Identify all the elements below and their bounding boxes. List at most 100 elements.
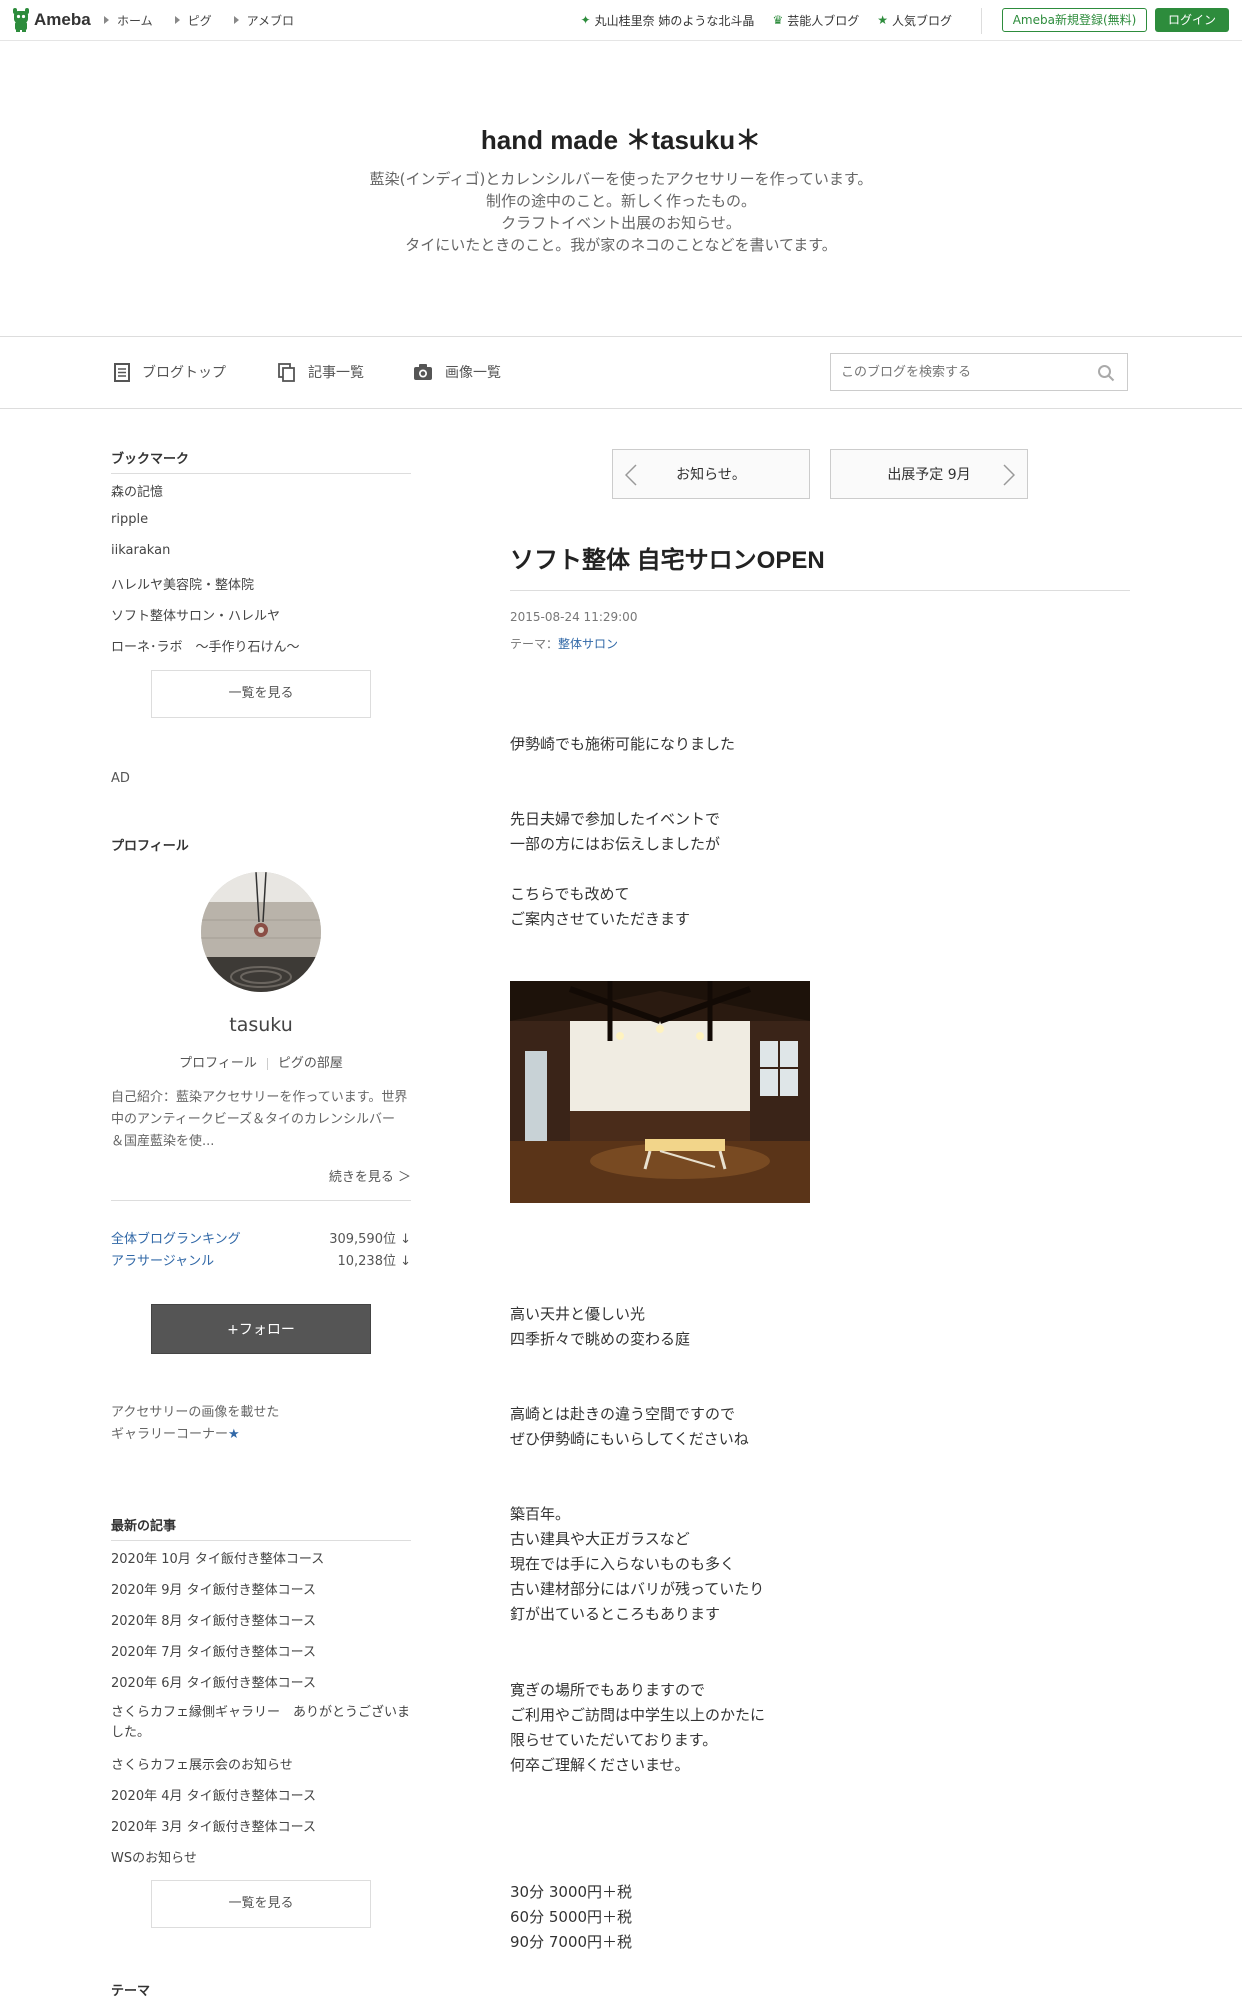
profile-name[interactable]: tasuku (111, 1014, 411, 1036)
ranking-value: 309,590位 ↓ (329, 1232, 411, 1247)
ranking-label[interactable]: 全体ブログランキング (111, 1228, 241, 1247)
header-link-label: 芸能人ブログ (787, 13, 860, 28)
blog-description-line: タイにいたときのこと。我が家のネコのことなどを書いてます。 (405, 236, 837, 254)
follow-button[interactable]: +フォロー (151, 1304, 371, 1354)
bookmark-item[interactable]: ripple (111, 512, 148, 527)
bookmark-more-button[interactable]: 一覧を見る (151, 670, 371, 718)
bookmark-item[interactable]: ローネ･ラボ ～手作り石けん～ (111, 636, 300, 655)
breadcrumb-label: ピグ (187, 13, 212, 28)
theme-link[interactable]: 整体サロン (558, 637, 618, 651)
blog-description-line: 制作の途中のこと。新しく作ったもの。 (485, 192, 756, 210)
blog-title[interactable]: hand made ＊tasuku＊ (0, 120, 1242, 157)
nav-label: 画像一覧 (445, 365, 501, 381)
blog-description: 藍染(インディゴ)とカレンシルバーを使ったアクセサリーを作っています。 制作の途… (0, 168, 1242, 256)
nav-image-list[interactable]: 画像一覧 (413, 336, 501, 408)
ameba-mascot-icon (13, 8, 29, 32)
header-links: ✦ 丸山桂里奈 姉のような北斗晶 ♛ 芸能人ブログ ★ 人気ブログ (563, 0, 952, 40)
article-paragraph: 先日夫婦で参加したイベントで 一部の方にはお伝えしましたが (510, 810, 721, 853)
article-paragraph: 高い天井と優しい光 四季折々で眺めの変わる庭 (510, 1305, 691, 1348)
header-link-popular[interactable]: ★ 人気ブログ (877, 12, 952, 29)
divider (266, 1057, 268, 1070)
pigg-room-link[interactable]: ピグの部屋 (278, 1056, 343, 1071)
article-paragraph: 寛ぎの場所でもありますので ご利用やご訪問は中学生以上のかたに 限らせていただい… (510, 1681, 766, 1774)
article-paragraph: 築百年。 古い建具や大正ガラスなど 現在では手に入らないものも多く 古い建材部分… (510, 1505, 765, 1623)
nav-label: ブログトップ (142, 365, 226, 381)
breadcrumb-ameblo[interactable]: アメブロ (233, 12, 294, 29)
prev-article-label: お知らせ。 (676, 467, 746, 483)
next-article-button[interactable]: 出展予定 9月 (830, 449, 1028, 499)
ranking-label[interactable]: アラサージャンル (111, 1250, 214, 1269)
caret-right-icon (104, 16, 109, 24)
continue-reading-link[interactable]: 続きを見る ＞ (329, 1166, 411, 1185)
bookmark-item[interactable]: ソフト整体サロン・ハレルヤ (111, 605, 280, 624)
register-button[interactable]: Ameba新規登録(無料) (1002, 8, 1147, 32)
recent-article-item[interactable]: さくらカフェ展示会のお知らせ (111, 1754, 293, 1773)
gallery-text: ギャラリーコーナー (111, 1427, 229, 1442)
global-header: Ameba ホーム ピグ アメブロ ✦ 丸山桂里奈 姉のような北斗晶 ♛ 芸能人ブロ… (0, 0, 1242, 41)
divider (111, 473, 411, 474)
recent-articles-title: 最新の記事 (111, 1519, 177, 1534)
ranking-value: 10,238位 ↓ (337, 1254, 411, 1269)
breadcrumb-home[interactable]: ホーム (104, 12, 153, 29)
blog-nav: ブログトップ 記事一覧 画像一覧 (0, 336, 1242, 409)
avatar[interactable] (201, 872, 321, 992)
caret-right-icon (174, 16, 180, 24)
ranking-row: アラサージャンル 10,238位 ↓ (111, 1250, 411, 1269)
blog-header: hand made ＊tasuku＊ 藍染(インディゴ)とカレンシルバーを使った… (0, 40, 1242, 337)
bookmark-title: ブックマーク (111, 452, 190, 467)
document-icon (114, 362, 130, 382)
recent-article-item[interactable]: 2020年 6月 タイ飯付き整体コース (111, 1672, 316, 1691)
article-paragraph: 高崎とは赴きの違う空間ですので ぜひ伊勢崎にもいらしてくださいね (510, 1405, 749, 1448)
search-input[interactable] (831, 354, 1081, 390)
header-link-label: 人気ブログ (891, 13, 952, 28)
profile-title: プロフィール (111, 839, 189, 854)
chevron-left-icon (625, 464, 637, 486)
breadcrumb-label: ホーム (117, 13, 153, 28)
recent-article-item[interactable]: 2020年 8月 タイ飯付き整体コース (111, 1610, 316, 1629)
article-title[interactable]: ソフト整体 自宅サロンOPEN (510, 540, 825, 575)
recent-more-button[interactable]: 一覧を見る (151, 1880, 371, 1928)
caret-right-icon (233, 16, 239, 24)
bookmark-item[interactable]: 森の記憶 (111, 481, 163, 500)
gallery-star-link[interactable]: ★ (228, 1427, 240, 1442)
bookmark-item[interactable]: iikarakan (111, 543, 170, 558)
header-divider (981, 8, 982, 34)
nav-label: 記事一覧 (308, 365, 364, 381)
divider (111, 1540, 411, 1541)
article-paragraph: 30分 3000円＋税 60分 5000円＋税 90分 7000円＋税 (510, 1883, 633, 1951)
sparkle-icon: ✦ (580, 13, 591, 27)
blog-search (830, 353, 1128, 391)
header-link-news[interactable]: ✦ 丸山桂里奈 姉のような北斗晶 (581, 12, 755, 29)
breadcrumb: ホーム ピグ アメブロ (104, 0, 316, 40)
recent-article-item[interactable]: 2020年 3月 タイ飯付き整体コース (111, 1816, 316, 1835)
recent-article-item[interactable]: さくらカフェ縁側ギャラリー ありがとうございました。 (111, 1703, 411, 1743)
recent-article-item[interactable]: WSのお知らせ (111, 1847, 197, 1866)
recent-article-item[interactable]: 2020年 4月 タイ飯付き整体コース (111, 1785, 316, 1804)
ameba-logo[interactable]: Ameba (12, 7, 91, 33)
gallery-text: アクセサリーの画像を載せた (111, 1405, 280, 1420)
gallery-note: アクセサリーの画像を載せた ギャラリーコーナー★ (111, 1402, 279, 1446)
nav-article-list[interactable]: 記事一覧 (278, 336, 364, 408)
chevron-right-icon (1003, 464, 1015, 486)
profile-intro: 自己紹介：藍染アクセサリーを作っています。世界中のアンティークビーズ＆タイのカレ… (111, 1090, 408, 1149)
profile-link[interactable]: プロフィール (179, 1056, 257, 1071)
recent-article-item[interactable]: 2020年 7月 タイ飯付き整体コース (111, 1641, 316, 1660)
article-date: 2015-08-24 11:29:00 (510, 610, 638, 624)
crown-icon: ♛ (772, 13, 784, 27)
recent-article-item[interactable]: 2020年 9月 タイ飯付き整体コース (111, 1579, 316, 1598)
breadcrumb-pigg[interactable]: ピグ (174, 12, 212, 29)
search-icon[interactable] (1097, 364, 1115, 382)
avatar-photo (201, 872, 321, 992)
bookmark-item[interactable]: ハレルヤ美容院・整体院 (111, 574, 254, 593)
login-button[interactable]: ログイン (1155, 8, 1229, 32)
nav-blog-top[interactable]: ブログトップ (114, 336, 226, 408)
ad-label: AD (111, 771, 130, 786)
header-link-celebrity[interactable]: ♛ 芸能人ブログ (772, 12, 859, 29)
article-theme: テーマ：整体サロン (510, 635, 618, 652)
article-photo[interactable] (510, 981, 810, 1203)
star-icon: ★ (877, 13, 888, 27)
recent-article-item[interactable]: 2020年 10月 タイ飯付き整体コース (111, 1548, 324, 1567)
prev-article-button[interactable]: お知らせ。 (612, 449, 810, 499)
profile-links: プロフィール ピグの部屋 (111, 1052, 411, 1071)
header-link-label: 丸山桂里奈 姉のような北斗晶 (594, 13, 755, 28)
